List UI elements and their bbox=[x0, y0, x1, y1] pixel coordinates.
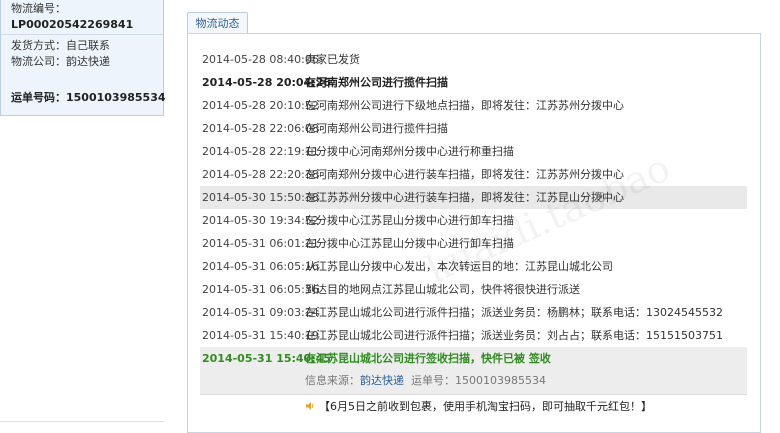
timeline-time: 2014-05-31 06:01:21 bbox=[202, 237, 319, 250]
final-event-time: 2014-05-31 15:40:45 bbox=[202, 352, 331, 365]
timeline-row: 2014-05-28 22:20:38在河南郑州分拨中心进行装车扫描，即将发往：… bbox=[202, 163, 747, 186]
logistics-info-panel: 物流编号： LP00020542269841 发货方式：自己联系 物流公司：韵达… bbox=[0, 0, 166, 116]
timeline-desc: 在分拨中心江苏昆山分拨中心进行卸车扫描 bbox=[305, 237, 514, 250]
timeline-time: 2014-05-28 08:40:06 bbox=[202, 53, 319, 66]
timeline-time: 2014-05-31 06:05:36 bbox=[202, 283, 319, 296]
speaker-icon bbox=[306, 402, 314, 410]
panel-bottom-rule bbox=[0, 421, 164, 422]
timeline-row: 2014-05-31 06:01:21在分拨中心江苏昆山分拨中心进行卸车扫描 bbox=[202, 232, 747, 255]
timeline-row: 2014-05-30 15:50:38在江苏苏州分拨中心进行装车扫描，即将发往：… bbox=[200, 186, 747, 209]
info-source: 信息来源：韵达快递 运单号：1500103985534 bbox=[202, 370, 747, 392]
timeline-row: 2014-05-28 22:19:11在分拨中心河南郑州分拨中心进行称重扫描 bbox=[202, 140, 747, 163]
timeline-desc: 从江苏昆山分拨中心发出，本次转运目的地：江苏昆山城北公司 bbox=[305, 260, 613, 273]
info-source-gap bbox=[404, 374, 411, 387]
timeline-time: 2014-05-28 22:19:11 bbox=[202, 145, 319, 158]
panel-divider bbox=[1, 34, 163, 35]
timeline-time: 2014-05-28 20:10:52 bbox=[202, 99, 319, 112]
timeline-row: 2014-05-28 20:10:52在河南郑州公司进行下级地点扫描，即将发往：… bbox=[202, 94, 747, 117]
timeline-desc: 在河南郑州分拨中心进行装车扫描，即将发往：江苏苏州分拨中心 bbox=[305, 168, 624, 181]
timeline-desc: 在河南郑州公司进行揽件扫描 bbox=[305, 76, 448, 89]
timeline-desc: 卖家已发货 bbox=[305, 53, 360, 66]
timeline-time: 2014-05-28 20:04:26 bbox=[202, 76, 331, 89]
timeline-row: 2014-05-30 19:34:52在分拨中心江苏昆山分拨中心进行卸车扫描 bbox=[202, 209, 747, 232]
info-source-company-link[interactable]: 韵达快递 bbox=[360, 374, 404, 387]
timeline-row: 2014-05-31 15:40:19在江苏昆山城北公司进行派件扫描；派送业务员… bbox=[202, 324, 747, 347]
promo-banner[interactable]: 【6月5日之前收到包裹，使用手机淘宝扫码，即可抽取千元红包！】 bbox=[202, 395, 747, 419]
timeline-row: 2014-05-28 08:40:06卖家已发货 bbox=[202, 48, 747, 71]
timeline-time: 2014-05-28 22:06:08 bbox=[202, 122, 319, 135]
chevron-down-icon[interactable]: ▾ bbox=[596, 192, 606, 202]
timeline-row: 2014-05-31 06:05:36到达目的地网点江苏昆山城北公司，快件将很快… bbox=[202, 278, 747, 301]
timeline-row: 2014-05-28 22:06:08在河南郑州公司进行揽件扫描 bbox=[202, 117, 747, 140]
timeline-desc: 在河南郑州公司进行揽件扫描 bbox=[305, 122, 448, 135]
timeline-row: 2014-05-31 06:05:16从江苏昆山分拨中心发出，本次转运目的地：江… bbox=[202, 255, 747, 278]
logistics-company: 物流公司：韵达快递 bbox=[11, 55, 110, 68]
timeline-desc: 在河南郑州公司进行下级地点扫描，即将发往：江苏苏州分拨中心 bbox=[305, 99, 624, 112]
timeline-desc: 在江苏昆山城北公司进行派件扫描；派送业务员：杨鹏林；联系电话：130245455… bbox=[305, 306, 723, 319]
waybill-number: 运单号码：1500103985534 bbox=[11, 91, 166, 104]
timeline-time: 2014-05-31 15:40:19 bbox=[202, 329, 319, 342]
timeline-row: 2014-05-28 20:04:26在河南郑州公司进行揽件扫描 bbox=[202, 71, 747, 94]
final-event-row: 2014-05-31 15:40:45在江苏昆山城北公司进行签收扫描，快件已被 … bbox=[202, 347, 747, 370]
timeline-desc: 到达目的地网点江苏昆山城北公司，快件将很快进行派送 bbox=[305, 283, 580, 296]
final-event-block: 2014-05-31 15:40:45在江苏昆山城北公司进行签收扫描，快件已被 … bbox=[200, 347, 747, 395]
logistics-timeline-panel: 2014-05-28 08:40:06卖家已发货 2014-05-28 20:04… bbox=[187, 33, 761, 433]
timeline-list: 2014-05-28 08:40:06卖家已发货 2014-05-28 20:04… bbox=[200, 48, 747, 419]
timeline-time: 2014-05-31 06:05:16 bbox=[202, 260, 319, 273]
info-source-label: 信息来源： bbox=[305, 374, 360, 387]
logistics-number-label: 物流编号： bbox=[11, 2, 66, 15]
timeline-desc: 在分拨中心江苏昆山分拨中心进行卸车扫描 bbox=[305, 214, 514, 227]
timeline-desc: 在江苏昆山城北公司进行派件扫描；派送业务员：刘占占；联系电话：151515037… bbox=[305, 329, 723, 342]
timeline-desc: 在分拨中心河南郑州分拨中心进行称重扫描 bbox=[305, 145, 514, 158]
timeline-time: 2014-05-30 19:34:52 bbox=[202, 214, 319, 227]
promo-text: 【6月5日之前收到包裹，使用手机淘宝扫码，即可抽取千元红包！】 bbox=[319, 400, 652, 413]
ship-method: 发货方式：自己联系 bbox=[11, 39, 110, 52]
timeline-time: 2014-05-31 09:03:24 bbox=[202, 306, 319, 319]
timeline-time: 2014-05-30 15:50:38 bbox=[202, 191, 319, 204]
tab-logistics-updates[interactable]: 物流动态 bbox=[187, 12, 248, 34]
timeline-desc: 在江苏苏州分拨中心进行装车扫描，即将发往：江苏昆山分拨中心 bbox=[305, 191, 624, 204]
info-source-waybill: 运单号：1500103985534 bbox=[411, 374, 546, 387]
timeline-row: 2014-05-31 09:03:24在江苏昆山城北公司进行派件扫描；派送业务员… bbox=[202, 301, 747, 324]
timeline-time: 2014-05-28 22:20:38 bbox=[202, 168, 319, 181]
logistics-number-value: LP00020542269841 bbox=[11, 18, 134, 31]
final-event-desc: 在江苏昆山城北公司进行签收扫描，快件已被 签收 bbox=[305, 352, 551, 365]
